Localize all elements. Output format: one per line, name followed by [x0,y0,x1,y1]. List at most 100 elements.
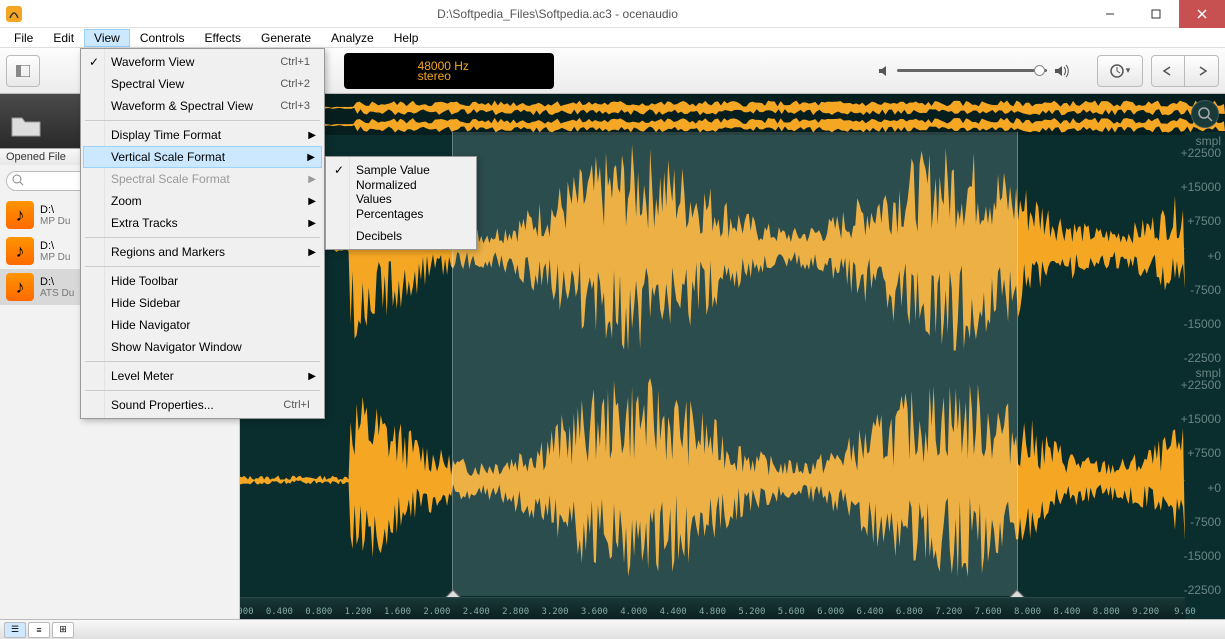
menu-controls[interactable]: Controls [130,29,195,47]
timeline-tick: 8.400 [1053,607,1080,617]
menu-item-extra-tracks[interactable]: Extra Tracks▶ [83,212,322,234]
timeline-tick: 8.800 [1093,607,1120,617]
vertical-scale-submenu: ✓Sample ValueNormalized ValuesPercentage… [325,156,477,250]
volume-knob[interactable] [1034,65,1045,76]
timeline-tick: 4.000 [620,607,647,617]
menu-item-label: Spectral View [111,77,184,91]
menu-item-hide-toolbar[interactable]: Hide Toolbar [83,270,322,292]
file-meta: ATS Du [40,288,74,299]
file-name: D:\ [40,240,70,252]
menu-generate[interactable]: Generate [251,29,321,47]
menu-item-label: Hide Toolbar [111,274,178,288]
menu-item-label: Show Navigator Window [111,340,242,354]
view-menu-dropdown: ✓Waveform ViewCtrl+1Spectral ViewCtrl+2W… [80,48,325,419]
window-title: D:\Softpedia_Files\Softpedia.ac3 - ocena… [28,7,1087,21]
timeline-tick: 7.600 [975,607,1002,617]
view-mode-list-button[interactable]: ☰ [4,622,26,638]
menu-item-display-time-format[interactable]: Display Time Format ▶ [83,124,322,146]
menu-item-regions-and-markers[interactable]: Regions and Markers▶ [83,241,322,263]
selection-region[interactable] [452,132,1018,596]
time-mode-button[interactable]: ▾ [1097,55,1143,87]
close-button[interactable] [1179,0,1225,28]
check-icon: ✓ [334,163,344,177]
submenu-arrow-icon: ▶ [308,196,316,207]
submenu-item-percentages[interactable]: Percentages [328,203,474,225]
timeline-tick: 5.600 [778,607,805,617]
menu-item-waveform-view[interactable]: ✓Waveform ViewCtrl+1 [83,51,322,73]
time-display: -00:00m2.339 hr min sec 48000 Hz stereo [344,53,554,89]
vertical-scale-right: smpl+22500+15000+7500+0-7500-15000-22500 [1185,364,1225,596]
menu-item-show-navigator-window[interactable]: Show Navigator Window [83,336,322,358]
minimize-button[interactable] [1087,0,1133,28]
timeline-tick: 3.600 [581,607,608,617]
timeline-tick: 0.000 [240,607,254,617]
menu-item-shortcut: Ctrl+1 [280,56,310,68]
timeline-tick: 3.200 [541,607,568,617]
maximize-button[interactable] [1133,0,1179,28]
menu-item-zoom[interactable]: Zoom ▶ [83,190,322,212]
menu-item-spectral-scale-format: Spectral Scale Format ▶ [83,168,322,190]
timeline-tick: 4.800 [699,607,726,617]
yscale-label: -15000 [1184,549,1221,563]
timeline-tick: 2.800 [502,607,529,617]
menu-item-hide-sidebar[interactable]: Hide Sidebar [83,292,322,314]
menu-file[interactable]: File [4,29,43,47]
submenu-item-normalized-values[interactable]: Normalized Values [328,181,474,203]
menu-item-spectral-view[interactable]: Spectral ViewCtrl+2 [83,73,322,95]
check-icon: ✓ [89,55,99,69]
nav-back-button[interactable] [1151,55,1185,87]
menu-item-waveform-spectral-view[interactable]: Waveform & Spectral View Ctrl+3 [83,95,322,117]
menu-item-sound-properties-[interactable]: Sound Properties... Ctrl+I [83,394,322,416]
yscale-label: +0 [1207,249,1221,263]
menu-item-label: Extra Tracks [111,216,178,230]
yscale-label: -15000 [1184,317,1221,331]
timeline-tick: 5.200 [738,607,765,617]
submenu-arrow-icon: ▶ [308,371,316,382]
timeline-tick: 2.400 [463,607,490,617]
timeline-tick: 0.800 [305,607,332,617]
submenu-item-decibels[interactable]: Decibels [328,225,474,247]
menu-view[interactable]: View [84,29,130,47]
menu-item-shortcut: Ctrl+I [283,399,310,411]
zoom-tool-button[interactable] [1191,100,1219,128]
menu-item-vertical-scale-format[interactable]: Vertical Scale Format▶ [83,146,322,168]
timeline-tick: 6.800 [896,607,923,617]
timeline-ruler[interactable]: 0.0000.4000.8001.2001.6002.0002.4002.800… [240,597,1185,619]
view-mode-detail-button[interactable]: ≡ [28,622,50,638]
volume-control[interactable] [877,64,1069,78]
nav-forward-button[interactable] [1185,55,1219,87]
menu-item-hide-navigator[interactable]: Hide Navigator [83,314,322,336]
menu-item-label: Zoom [111,194,142,208]
file-name: D:\ [40,204,70,216]
menu-item-label: Sound Properties... [111,398,214,412]
file-name: D:\ [40,276,74,288]
menu-effects[interactable]: Effects [195,29,251,47]
volume-high-icon [1053,64,1069,78]
yscale-label: +22500 [1181,378,1221,392]
timeline-tick: 7.200 [935,607,962,617]
menu-item-shortcut: Ctrl+3 [280,100,310,112]
yscale-label: -7500 [1190,515,1221,529]
menu-item-label: Spectral Scale Format [111,172,230,186]
timeline-tick: 9.60 [1174,607,1196,617]
yscale-label: +7500 [1187,446,1221,460]
submenu-arrow-icon: ▶ [308,247,316,258]
overview-navigator[interactable] [240,94,1225,132]
menu-item-label: Display Time Format [111,128,221,142]
menubar: FileEditViewControlsEffectsGenerateAnaly… [0,28,1225,48]
yscale-label: +15000 [1181,412,1221,426]
yscale-label: +15000 [1181,180,1221,194]
submenu-item-label: Percentages [356,207,423,221]
menu-item-label: Waveform & Spectral View [111,99,253,113]
menu-edit[interactable]: Edit [43,29,84,47]
sidebar-toggle-button[interactable] [6,55,40,87]
submenu-arrow-icon: ▶ [308,174,316,185]
timeline-tick: 8.000 [1014,607,1041,617]
menu-item-level-meter[interactable]: Level Meter▶ [83,365,322,387]
view-mode-grid-button[interactable]: ⊞ [52,622,74,638]
file-meta: MP Du [40,216,70,227]
search-icon [12,174,24,186]
submenu-arrow-icon: ▶ [308,130,316,141]
volume-slider[interactable] [897,69,1047,72]
folder-icon[interactable] [10,112,42,144]
